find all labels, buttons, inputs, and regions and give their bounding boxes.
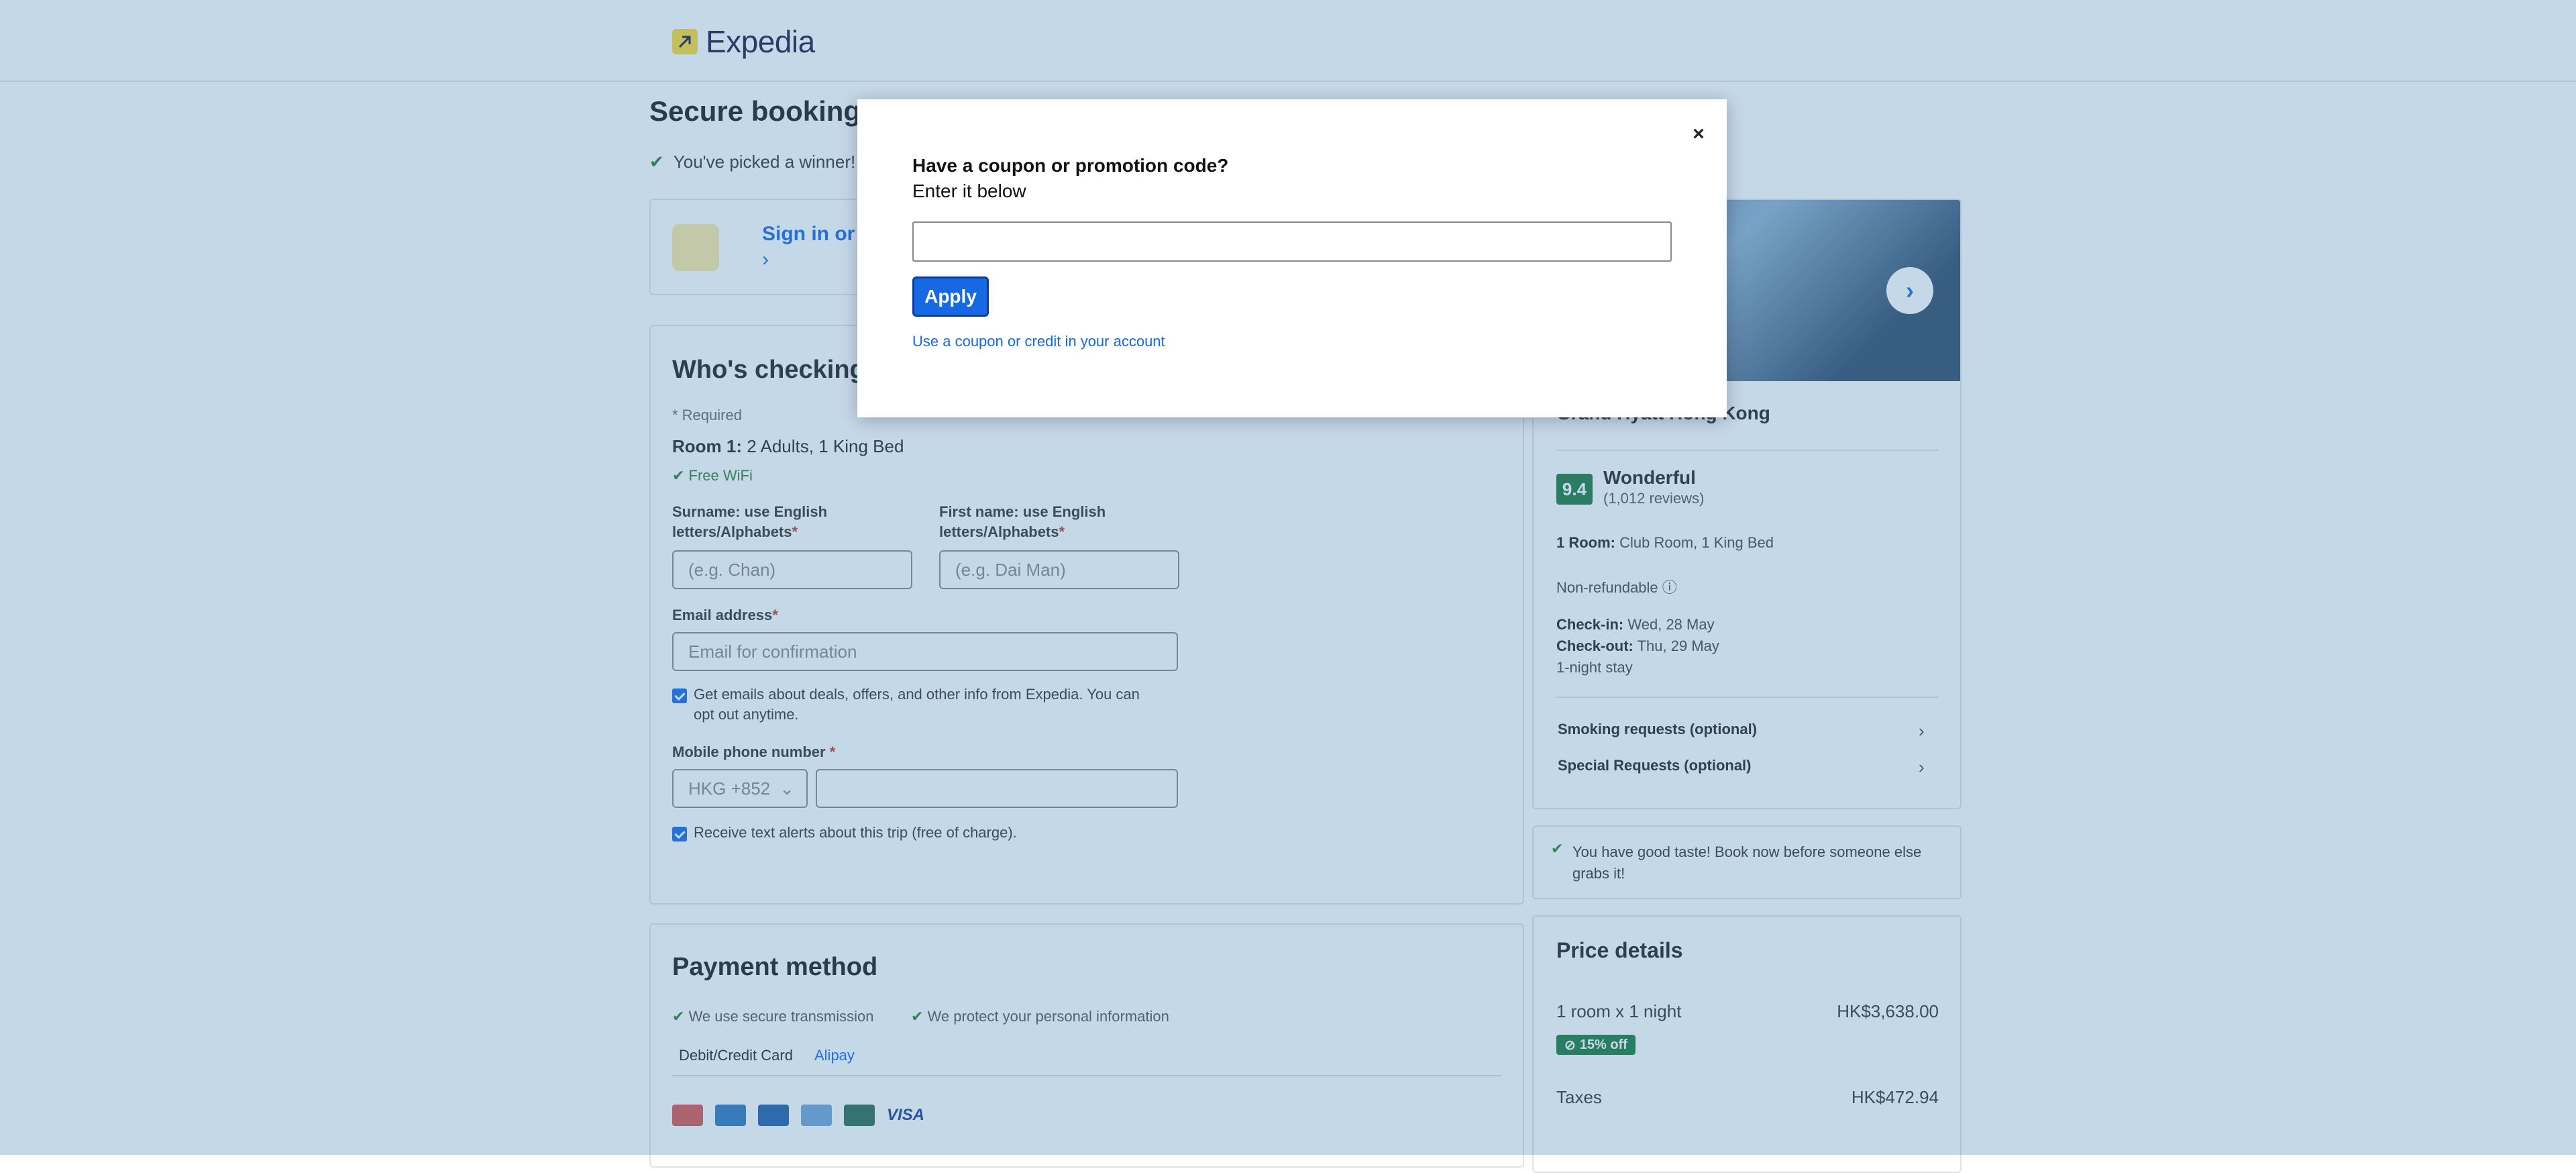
- coupon-code-input[interactable]: [912, 221, 1672, 262]
- modal-title: Have a coupon or promotion code? Enter i…: [912, 153, 1228, 204]
- modal-subtitle-line: Enter it below: [912, 181, 1026, 201]
- account-coupon-link[interactable]: Use a coupon or credit in your account: [912, 333, 1165, 350]
- coupon-modal: × Have a coupon or promotion code? Enter…: [857, 99, 1727, 417]
- apply-button[interactable]: Apply: [912, 276, 989, 317]
- close-icon[interactable]: ×: [1685, 121, 1712, 148]
- modal-title-line: Have a coupon or promotion code?: [912, 155, 1229, 176]
